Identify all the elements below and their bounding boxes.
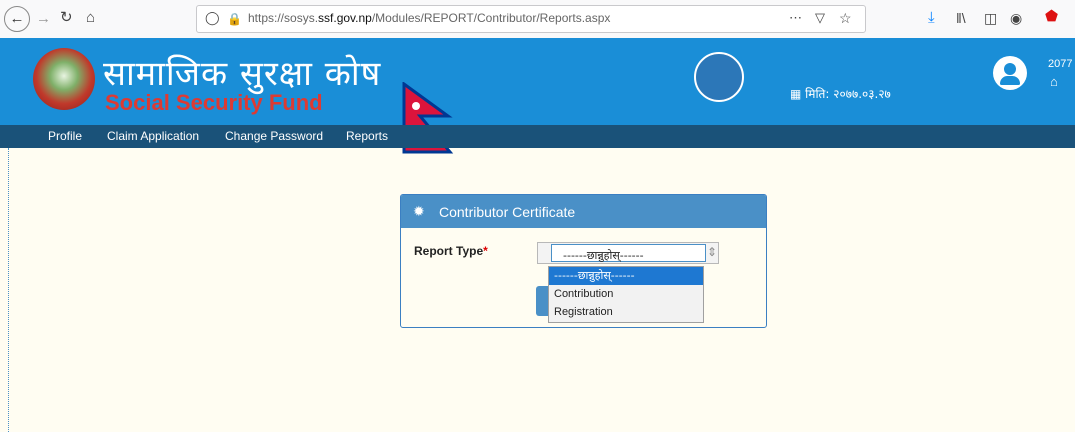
panel-header: ✹ Contributor Certificate — [401, 195, 766, 228]
shield-icon[interactable]: ◯ — [205, 10, 220, 26]
site-title-english: Social Security Fund — [105, 90, 323, 115]
page-edge-guide — [8, 148, 10, 432]
ublock-icon[interactable]: ⬟ — [1045, 9, 1058, 25]
report-type-select-value[interactable]: ------छान्नुहोस्------ — [551, 244, 706, 262]
report-type-label-text: Report Type — [414, 244, 484, 258]
nav-reports[interactable]: Reports — [346, 129, 388, 143]
bookmark-star-icon[interactable]: ☆ — [839, 10, 852, 26]
lock-icon[interactable]: 🔒 — [227, 11, 242, 27]
report-type-dropdown-list[interactable]: ------छान्नुहोस्------ Contribution Regi… — [548, 266, 704, 323]
home-link-icon[interactable]: ⌂ — [1050, 74, 1058, 89]
library-icon[interactable]: ‖\ — [956, 10, 966, 26]
back-icon[interactable]: ← — [4, 6, 30, 32]
address-bar[interactable]: ◯ 🔒 https://sosys.ssf.gov.np/Modules/REP… — [196, 5, 866, 33]
dropdown-option-select[interactable]: ------छान्नुहोस्------ — [549, 267, 703, 285]
nepal-emblem-logo — [33, 48, 95, 110]
select-arrows-icon[interactable]: ⇕ — [707, 245, 717, 259]
nav-claim-application[interactable]: Claim Application — [107, 129, 199, 143]
dropdown-option-contribution[interactable]: Contribution — [549, 285, 703, 303]
site-title-nepali: सामाजिक सुरक्षा कोष — [103, 54, 382, 94]
sidebar-icon[interactable]: ◫ — [984, 10, 997, 26]
more-icon[interactable]: ⋯ — [789, 10, 802, 26]
account-icon[interactable]: ◉ — [1010, 10, 1022, 26]
nav-change-password[interactable]: Change Password — [225, 129, 323, 143]
browser-toolbar: ← → ↻ ⌂ ◯ 🔒 https://sosys.ssf.gov.np/Mod… — [0, 0, 1075, 39]
date-text: मिति: २०७७.०३.२७ — [805, 87, 891, 101]
forward-icon[interactable]: → — [36, 11, 51, 27]
ssf-family-logo — [694, 52, 744, 102]
download-icon[interactable]: ⤓ — [928, 10, 935, 26]
year-label: 2077 — [1048, 58, 1073, 70]
nav-profile[interactable]: Profile — [48, 129, 82, 143]
required-asterisk: * — [483, 244, 488, 258]
url-text[interactable]: https://sosys.ssf.gov.np/Modules/REPORT/… — [248, 11, 610, 25]
sun-icon: ✹ — [413, 203, 425, 219]
main-nav: Profile Claim Application Change Passwor… — [0, 125, 1075, 148]
panel-title: Contributor Certificate — [439, 204, 576, 220]
report-type-select[interactable]: ------छान्नुहोस्------ ⇕ — [537, 242, 719, 264]
report-type-label: Report Type* — [414, 244, 488, 258]
reload-icon[interactable]: ↻ — [60, 10, 73, 26]
dropdown-option-registration[interactable]: Registration — [549, 303, 703, 321]
site-header: सामाजिक सुरक्षा कोष Social Security Fund… — [0, 38, 1075, 154]
user-avatar-icon[interactable] — [993, 56, 1027, 90]
home-icon[interactable]: ⌂ — [86, 10, 95, 26]
date-display: ▦ मिति: २०७७.०३.२७ — [790, 87, 891, 101]
pocket-icon[interactable]: ▽ — [815, 10, 825, 26]
